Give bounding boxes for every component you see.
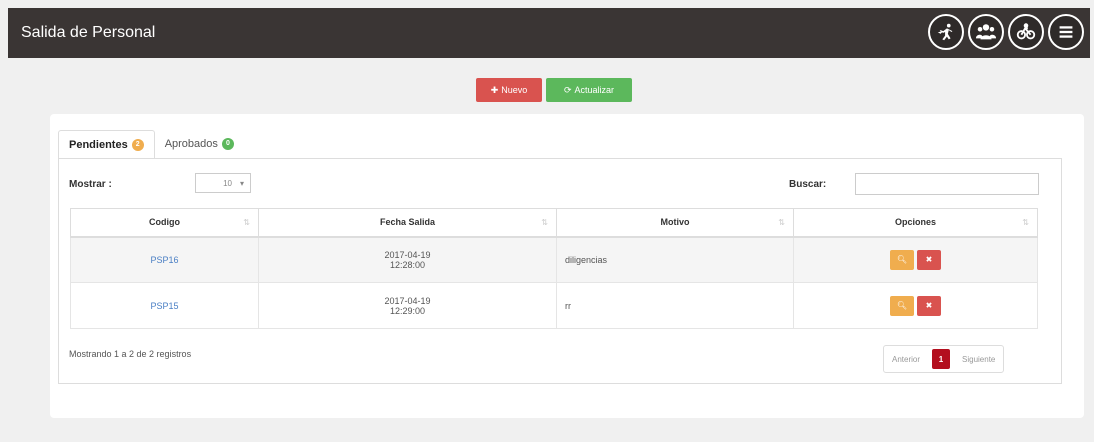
- tab-content: Mostrar : 10 ▾ Buscar: Codigo ⇅ Fecha Sal…: [58, 158, 1062, 384]
- users-icon[interactable]: [968, 14, 1004, 50]
- table-row: PSP16 2017-04-19 12:28:00 diligencias 🔍︎ …: [70, 236, 1038, 283]
- search-input[interactable]: [855, 173, 1039, 195]
- table-info-text: Mostrando 1 a 2 de 2 registros: [69, 349, 192, 359]
- view-button[interactable]: 🔍︎: [890, 249, 914, 270]
- column-header-opciones[interactable]: Opciones ⇅: [793, 208, 1038, 238]
- tab-aprobados[interactable]: Aprobados 0: [155, 130, 244, 158]
- pagination: Anterior 1 Siguiente: [883, 345, 1005, 373]
- menu-icon[interactable]: [1048, 14, 1084, 50]
- column-label: Motivo: [660, 217, 690, 228]
- tab-bar: Pendientes 2 Aprobados 0: [58, 130, 244, 159]
- header-icons: [928, 14, 1084, 50]
- cell-opciones: 🔍︎ ✖: [793, 282, 1038, 329]
- approved-count-badge: 0: [221, 138, 234, 150]
- cell-codigo: PSP15: [70, 282, 259, 329]
- search-icon: 🔍︎: [896, 301, 908, 310]
- time-text: 12:29:00: [389, 305, 426, 316]
- close-icon: ✖: [925, 255, 933, 265]
- tab-aprobados-label: Aprobados: [164, 138, 218, 150]
- sort-icon: ⇅: [778, 218, 785, 227]
- page-1-button[interactable]: 1: [932, 349, 951, 369]
- column-label: Codigo: [149, 217, 180, 228]
- page-title: Salida de Personal: [21, 24, 156, 41]
- close-icon: ✖: [925, 301, 933, 310]
- cell-motivo: diligencias: [556, 236, 794, 283]
- search-icon: 🔍︎: [896, 255, 908, 265]
- new-button[interactable]: ✚ Nuevo: [476, 78, 542, 102]
- action-buttons: ✚ Nuevo ⟳ Actualizar: [476, 78, 632, 102]
- show-entries-label: Mostrar :: [69, 179, 112, 190]
- bicycle-group-icon[interactable]: [1008, 14, 1044, 50]
- cell-fecha: 2017-04-19 12:29:00: [258, 282, 557, 329]
- record-code-link[interactable]: PSP16: [150, 255, 178, 265]
- search-label: Buscar:: [789, 179, 827, 190]
- refresh-icon: ⟳: [563, 84, 572, 95]
- refresh-button[interactable]: ⟳ Actualizar: [546, 78, 632, 102]
- tab-pendientes[interactable]: Pendientes 2: [58, 130, 155, 159]
- view-button[interactable]: 🔍︎: [890, 295, 914, 316]
- date-text: 2017-04-19: [384, 295, 431, 306]
- sort-icon: ⇅: [541, 218, 548, 227]
- column-label: Opciones: [894, 217, 936, 228]
- previous-page-button[interactable]: Anterior: [884, 346, 928, 372]
- column-label: Fecha Salida: [379, 217, 436, 228]
- plus-icon: ✚: [490, 84, 499, 95]
- tab-pendientes-label: Pendientes: [69, 138, 128, 151]
- delete-button[interactable]: ✖: [917, 295, 941, 316]
- column-header-fecha-salida[interactable]: Fecha Salida ⇅: [258, 208, 557, 238]
- exit-runner-icon[interactable]: [928, 14, 964, 50]
- table-row: PSP15 2017-04-19 12:29:00 rr 🔍︎ ✖: [70, 282, 1038, 329]
- time-text: 12:28:00: [389, 259, 426, 270]
- sort-icon: ⇅: [1022, 218, 1029, 227]
- cell-motivo: rr: [556, 282, 794, 329]
- cell-fecha: 2017-04-19 12:28:00: [258, 236, 557, 283]
- pending-count-badge: 2: [131, 138, 144, 151]
- show-entries-select[interactable]: 10 ▾: [195, 173, 251, 193]
- date-text: 2017-04-19: [384, 249, 431, 260]
- chevron-down-icon: ▾: [239, 178, 244, 188]
- table-header-row: Codigo ⇅ Fecha Salida ⇅ Motivo ⇅ Opciones ⇅: [70, 208, 1038, 238]
- records-table: Codigo ⇅ Fecha Salida ⇅ Motivo ⇅ Opciones ⇅ …: [70, 208, 1038, 329]
- show-entries-value: 10: [223, 178, 232, 188]
- sort-icon: ⇅: [243, 218, 250, 227]
- delete-button[interactable]: ✖: [917, 249, 941, 270]
- cell-codigo: PSP16: [70, 236, 259, 283]
- main-panel: Pendientes 2 Aprobados 0 Mostrar : 10 ▾ …: [50, 114, 1084, 418]
- cell-opciones: 🔍︎ ✖: [793, 236, 1038, 283]
- record-code-link[interactable]: PSP15: [150, 301, 178, 311]
- next-page-button[interactable]: Siguiente: [954, 346, 1003, 372]
- column-header-motivo[interactable]: Motivo ⇅: [556, 208, 794, 238]
- column-header-codigo[interactable]: Codigo ⇅: [70, 208, 259, 238]
- top-bar: Salida de Personal: [8, 8, 1090, 58]
- refresh-button-label: Actualizar: [574, 85, 615, 95]
- new-button-label: Nuevo: [501, 85, 528, 95]
